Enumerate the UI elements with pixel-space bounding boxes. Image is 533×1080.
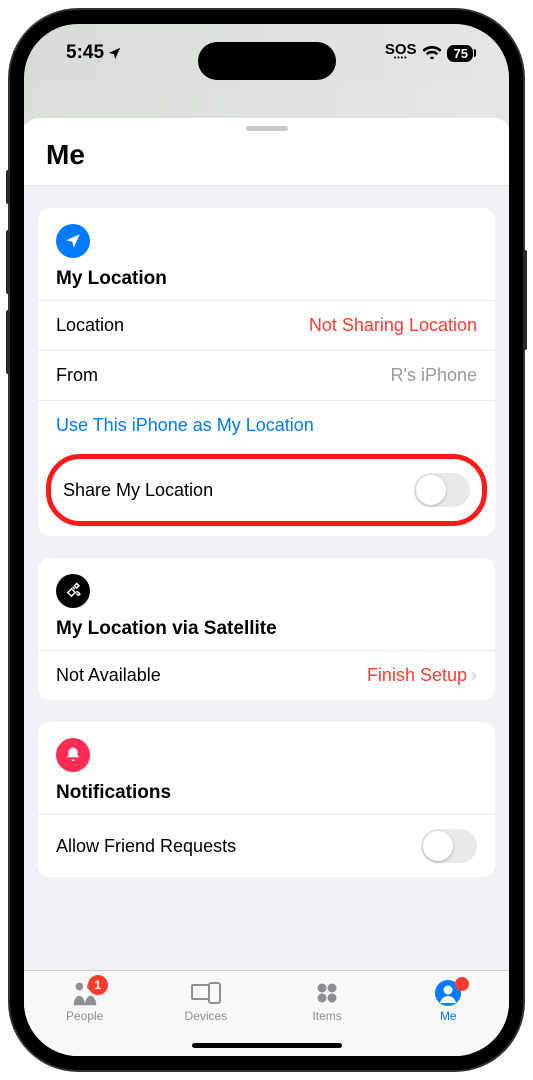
- tab-me[interactable]: Me: [413, 979, 483, 1023]
- people-badge: 1: [88, 975, 108, 995]
- battery-indicator: 75: [447, 45, 473, 62]
- power-button: [523, 250, 527, 350]
- use-this-iphone-link[interactable]: Use This iPhone as My Location: [38, 400, 495, 450]
- share-my-location-row[interactable]: Share My Location: [51, 459, 482, 521]
- allow-friend-requests-row[interactable]: Allow Friend Requests: [38, 814, 495, 877]
- items-icon: [312, 979, 342, 1007]
- highlight-annotation: Share My Location: [46, 454, 487, 526]
- tab-people-label: People: [66, 1009, 103, 1023]
- wifi-icon: [423, 46, 441, 60]
- location-label: Location: [56, 315, 124, 336]
- satellite-status-row[interactable]: Not Available Finish Setup ›: [38, 650, 495, 700]
- notifications-title: Notifications: [56, 782, 477, 804]
- tab-items[interactable]: Items: [292, 979, 362, 1023]
- tab-me-label: Me: [440, 1009, 457, 1023]
- sheet-title: Me: [24, 131, 509, 186]
- notifications-card: Notifications Allow Friend Requests: [38, 722, 495, 877]
- my-location-title: My Location: [56, 268, 477, 290]
- tab-devices-label: Devices: [185, 1009, 228, 1023]
- satellite-icon: [56, 574, 90, 608]
- share-my-location-label: Share My Location: [63, 480, 213, 501]
- from-label: From: [56, 365, 98, 386]
- from-value: R's iPhone: [391, 365, 477, 386]
- location-value: Not Sharing Location: [309, 315, 477, 336]
- satellite-status-label: Not Available: [56, 665, 161, 686]
- volume-up-button: [6, 230, 10, 294]
- location-row[interactable]: Location Not Sharing Location: [38, 300, 495, 350]
- finish-setup-link[interactable]: Finish Setup ›: [367, 665, 477, 686]
- sos-indicator: SOS ••••: [385, 44, 417, 62]
- content-scroll[interactable]: My Location Location Not Sharing Locatio…: [24, 186, 509, 970]
- bell-icon: [56, 738, 90, 772]
- share-my-location-toggle[interactable]: [414, 473, 470, 507]
- from-row[interactable]: From R's iPhone: [38, 350, 495, 400]
- me-badge-dot: [455, 977, 469, 991]
- status-time: 5:45: [66, 42, 104, 64]
- devices-icon: [191, 979, 221, 1007]
- location-services-icon: [107, 46, 122, 61]
- chevron-right-icon: ›: [471, 665, 477, 686]
- home-indicator[interactable]: [192, 1043, 342, 1048]
- my-location-card: My Location Location Not Sharing Locatio…: [38, 208, 495, 536]
- phone-frame: 5:45 SOS •••• 75 Me: [10, 10, 523, 1070]
- allow-friend-requests-label: Allow Friend Requests: [56, 836, 236, 857]
- allow-friend-requests-toggle[interactable]: [421, 829, 477, 863]
- tab-people[interactable]: 1 People: [50, 979, 120, 1023]
- location-arrow-icon: [56, 224, 90, 258]
- volume-down-button: [6, 310, 10, 374]
- tab-items-label: Items: [312, 1009, 341, 1023]
- satellite-title: My Location via Satellite: [56, 618, 477, 640]
- tab-bar: 1 People Devices Items: [24, 970, 509, 1056]
- tab-devices[interactable]: Devices: [171, 979, 241, 1023]
- silent-switch: [6, 170, 10, 204]
- screen: 5:45 SOS •••• 75 Me: [24, 24, 509, 1056]
- dynamic-island: [198, 42, 336, 80]
- me-sheet: Me My Location Location Not Sharing Loca…: [24, 118, 509, 1056]
- satellite-card: My Location via Satellite Not Available …: [38, 558, 495, 700]
